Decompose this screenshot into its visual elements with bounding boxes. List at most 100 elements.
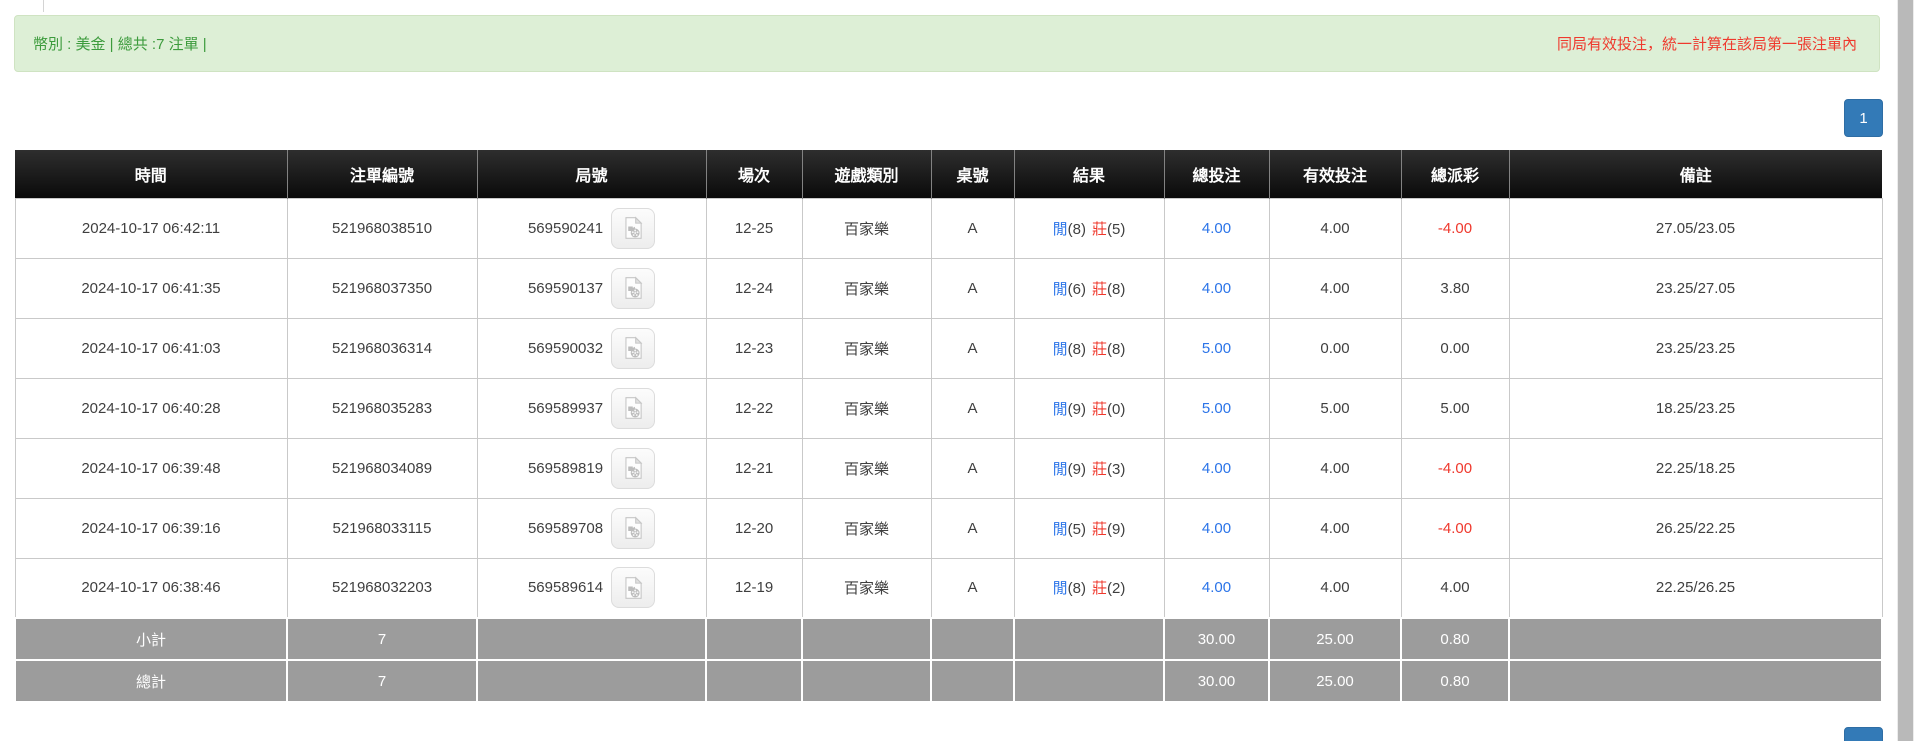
session-cell: 12-25 xyxy=(706,198,802,258)
game-type-cell: 百家樂 xyxy=(802,378,931,438)
round-no-cell: 569589819 xyxy=(477,438,706,498)
scrollbar-thumb[interactable] xyxy=(1898,0,1913,741)
payout-cell: 4.00 xyxy=(1401,558,1509,618)
remark-cell: 27.05/23.05 xyxy=(1509,198,1882,258)
banker-result-label: 莊 xyxy=(1092,221,1107,238)
round-no-text: 569590032 xyxy=(528,340,603,357)
total-bet-link[interactable]: 4.00 xyxy=(1202,460,1231,477)
payout-cell: -4.00 xyxy=(1401,198,1509,258)
subtotal-count: 7 xyxy=(287,618,477,660)
total-bet-link[interactable]: 4.00 xyxy=(1202,280,1231,297)
total-total-bet: 30.00 xyxy=(1164,660,1269,702)
column-header-total-bet: 總投注 xyxy=(1164,150,1269,198)
banker-result-label: 莊 xyxy=(1092,461,1107,478)
payout-cell: 3.80 xyxy=(1401,258,1509,318)
bet-id-cell: 521968032203 xyxy=(287,558,477,618)
bet-id-cell: 521968035283 xyxy=(287,378,477,438)
total-bet-link[interactable]: 5.00 xyxy=(1202,340,1231,357)
player-result-label: 閒 xyxy=(1053,580,1068,597)
round-no-text: 569589708 xyxy=(528,520,603,537)
session-cell: 12-22 xyxy=(706,378,802,438)
valid-bet-cell: 5.00 xyxy=(1269,378,1401,438)
round-no-text: 569589819 xyxy=(528,460,603,477)
column-header-game-type: 遊戲類別 xyxy=(802,150,931,198)
total-bet-cell: 4.00 xyxy=(1164,498,1269,558)
total-valid-bet: 25.00 xyxy=(1269,660,1401,702)
round-no-text: 569589937 xyxy=(528,400,603,417)
player-result-value: (6) xyxy=(1068,281,1086,298)
result-cell: 閒(9)莊(3) xyxy=(1014,438,1164,498)
player-result-label: 閒 xyxy=(1053,281,1068,298)
video-replay-button[interactable] xyxy=(611,388,655,429)
subtotal-payout: 0.80 xyxy=(1401,618,1509,660)
column-header-payout: 總派彩 xyxy=(1401,150,1509,198)
video-replay-button[interactable] xyxy=(611,567,655,608)
video-file-icon xyxy=(620,275,646,301)
remark-cell: 23.25/27.05 xyxy=(1509,258,1882,318)
video-replay-button[interactable] xyxy=(611,508,655,549)
remark-cell: 23.25/23.25 xyxy=(1509,318,1882,378)
result-cell: 閒(8)莊(5) xyxy=(1014,198,1164,258)
session-cell: 12-20 xyxy=(706,498,802,558)
game-type-cell: 百家樂 xyxy=(802,498,931,558)
total-bet-cell: 4.00 xyxy=(1164,558,1269,618)
table-no-cell: A xyxy=(931,498,1014,558)
player-result-value: (8) xyxy=(1068,341,1086,358)
player-result-value: (9) xyxy=(1068,461,1086,478)
video-replay-button[interactable] xyxy=(611,208,655,249)
round-no-cell: 569589937 xyxy=(477,378,706,438)
vertical-scrollbar[interactable] xyxy=(1897,0,1914,741)
banker-result-value: (8) xyxy=(1107,341,1125,358)
table-no-cell: A xyxy=(931,438,1014,498)
valid-bet-cell: 0.00 xyxy=(1269,318,1401,378)
banker-result-value: (2) xyxy=(1107,580,1125,597)
round-no-cell: 569589708 xyxy=(477,498,706,558)
session-cell: 12-21 xyxy=(706,438,802,498)
session-cell: 12-24 xyxy=(706,258,802,318)
video-replay-button[interactable] xyxy=(611,268,655,309)
table-no-cell: A xyxy=(931,378,1014,438)
video-file-icon xyxy=(620,455,646,481)
player-result-label: 閒 xyxy=(1053,521,1068,538)
result-cell: 閒(6)莊(8) xyxy=(1014,258,1164,318)
banker-result-value: (8) xyxy=(1107,281,1125,298)
round-no-text: 569589614 xyxy=(528,579,603,596)
total-bet-cell: 4.00 xyxy=(1164,438,1269,498)
video-file-icon xyxy=(620,215,646,241)
column-header-result: 結果 xyxy=(1014,150,1164,198)
video-file-icon xyxy=(620,575,646,601)
player-result-value: (8) xyxy=(1068,580,1086,597)
game-type-cell: 百家樂 xyxy=(802,318,931,378)
time-cell: 2024-10-17 06:41:03 xyxy=(15,318,287,378)
time-cell: 2024-10-17 06:41:35 xyxy=(15,258,287,318)
bet-id-cell: 521968033115 xyxy=(287,498,477,558)
video-file-icon xyxy=(620,335,646,361)
currency-summary-text: 幣別 : 美金 | 總共 :7 注單 | xyxy=(33,33,207,54)
pagination-page-1-top[interactable]: 1 xyxy=(1844,99,1883,137)
remark-cell: 18.25/23.25 xyxy=(1509,378,1882,438)
time-cell: 2024-10-17 06:40:28 xyxy=(15,378,287,438)
total-bet-link[interactable]: 4.00 xyxy=(1202,220,1231,237)
remark-cell: 22.25/18.25 xyxy=(1509,438,1882,498)
pagination-page-1-bottom[interactable]: 1 xyxy=(1844,727,1883,741)
table-no-cell: A xyxy=(931,318,1014,378)
player-result-label: 閒 xyxy=(1053,341,1068,358)
total-payout: 0.80 xyxy=(1401,660,1509,702)
video-file-icon xyxy=(620,395,646,421)
video-replay-button[interactable] xyxy=(611,448,655,489)
total-bet-link[interactable]: 5.00 xyxy=(1202,400,1231,417)
table-row: 2024-10-17 06:38:46 521968032203 5695896… xyxy=(15,558,1882,618)
banker-result-value: (0) xyxy=(1107,401,1125,418)
total-bet-cell: 4.00 xyxy=(1164,198,1269,258)
table-row: 2024-10-17 06:41:35 521968037350 5695901… xyxy=(15,258,1882,318)
payout-cell: 5.00 xyxy=(1401,378,1509,438)
total-count: 7 xyxy=(287,660,477,702)
subtotal-total-bet: 30.00 xyxy=(1164,618,1269,660)
player-result-label: 閒 xyxy=(1053,461,1068,478)
table-row: 2024-10-17 06:39:16 521968033115 5695897… xyxy=(15,498,1882,558)
video-replay-button[interactable] xyxy=(611,328,655,369)
game-type-cell: 百家樂 xyxy=(802,558,931,618)
banker-result-label: 莊 xyxy=(1092,341,1107,358)
total-bet-link[interactable]: 4.00 xyxy=(1202,520,1231,537)
total-bet-link[interactable]: 4.00 xyxy=(1202,579,1231,596)
